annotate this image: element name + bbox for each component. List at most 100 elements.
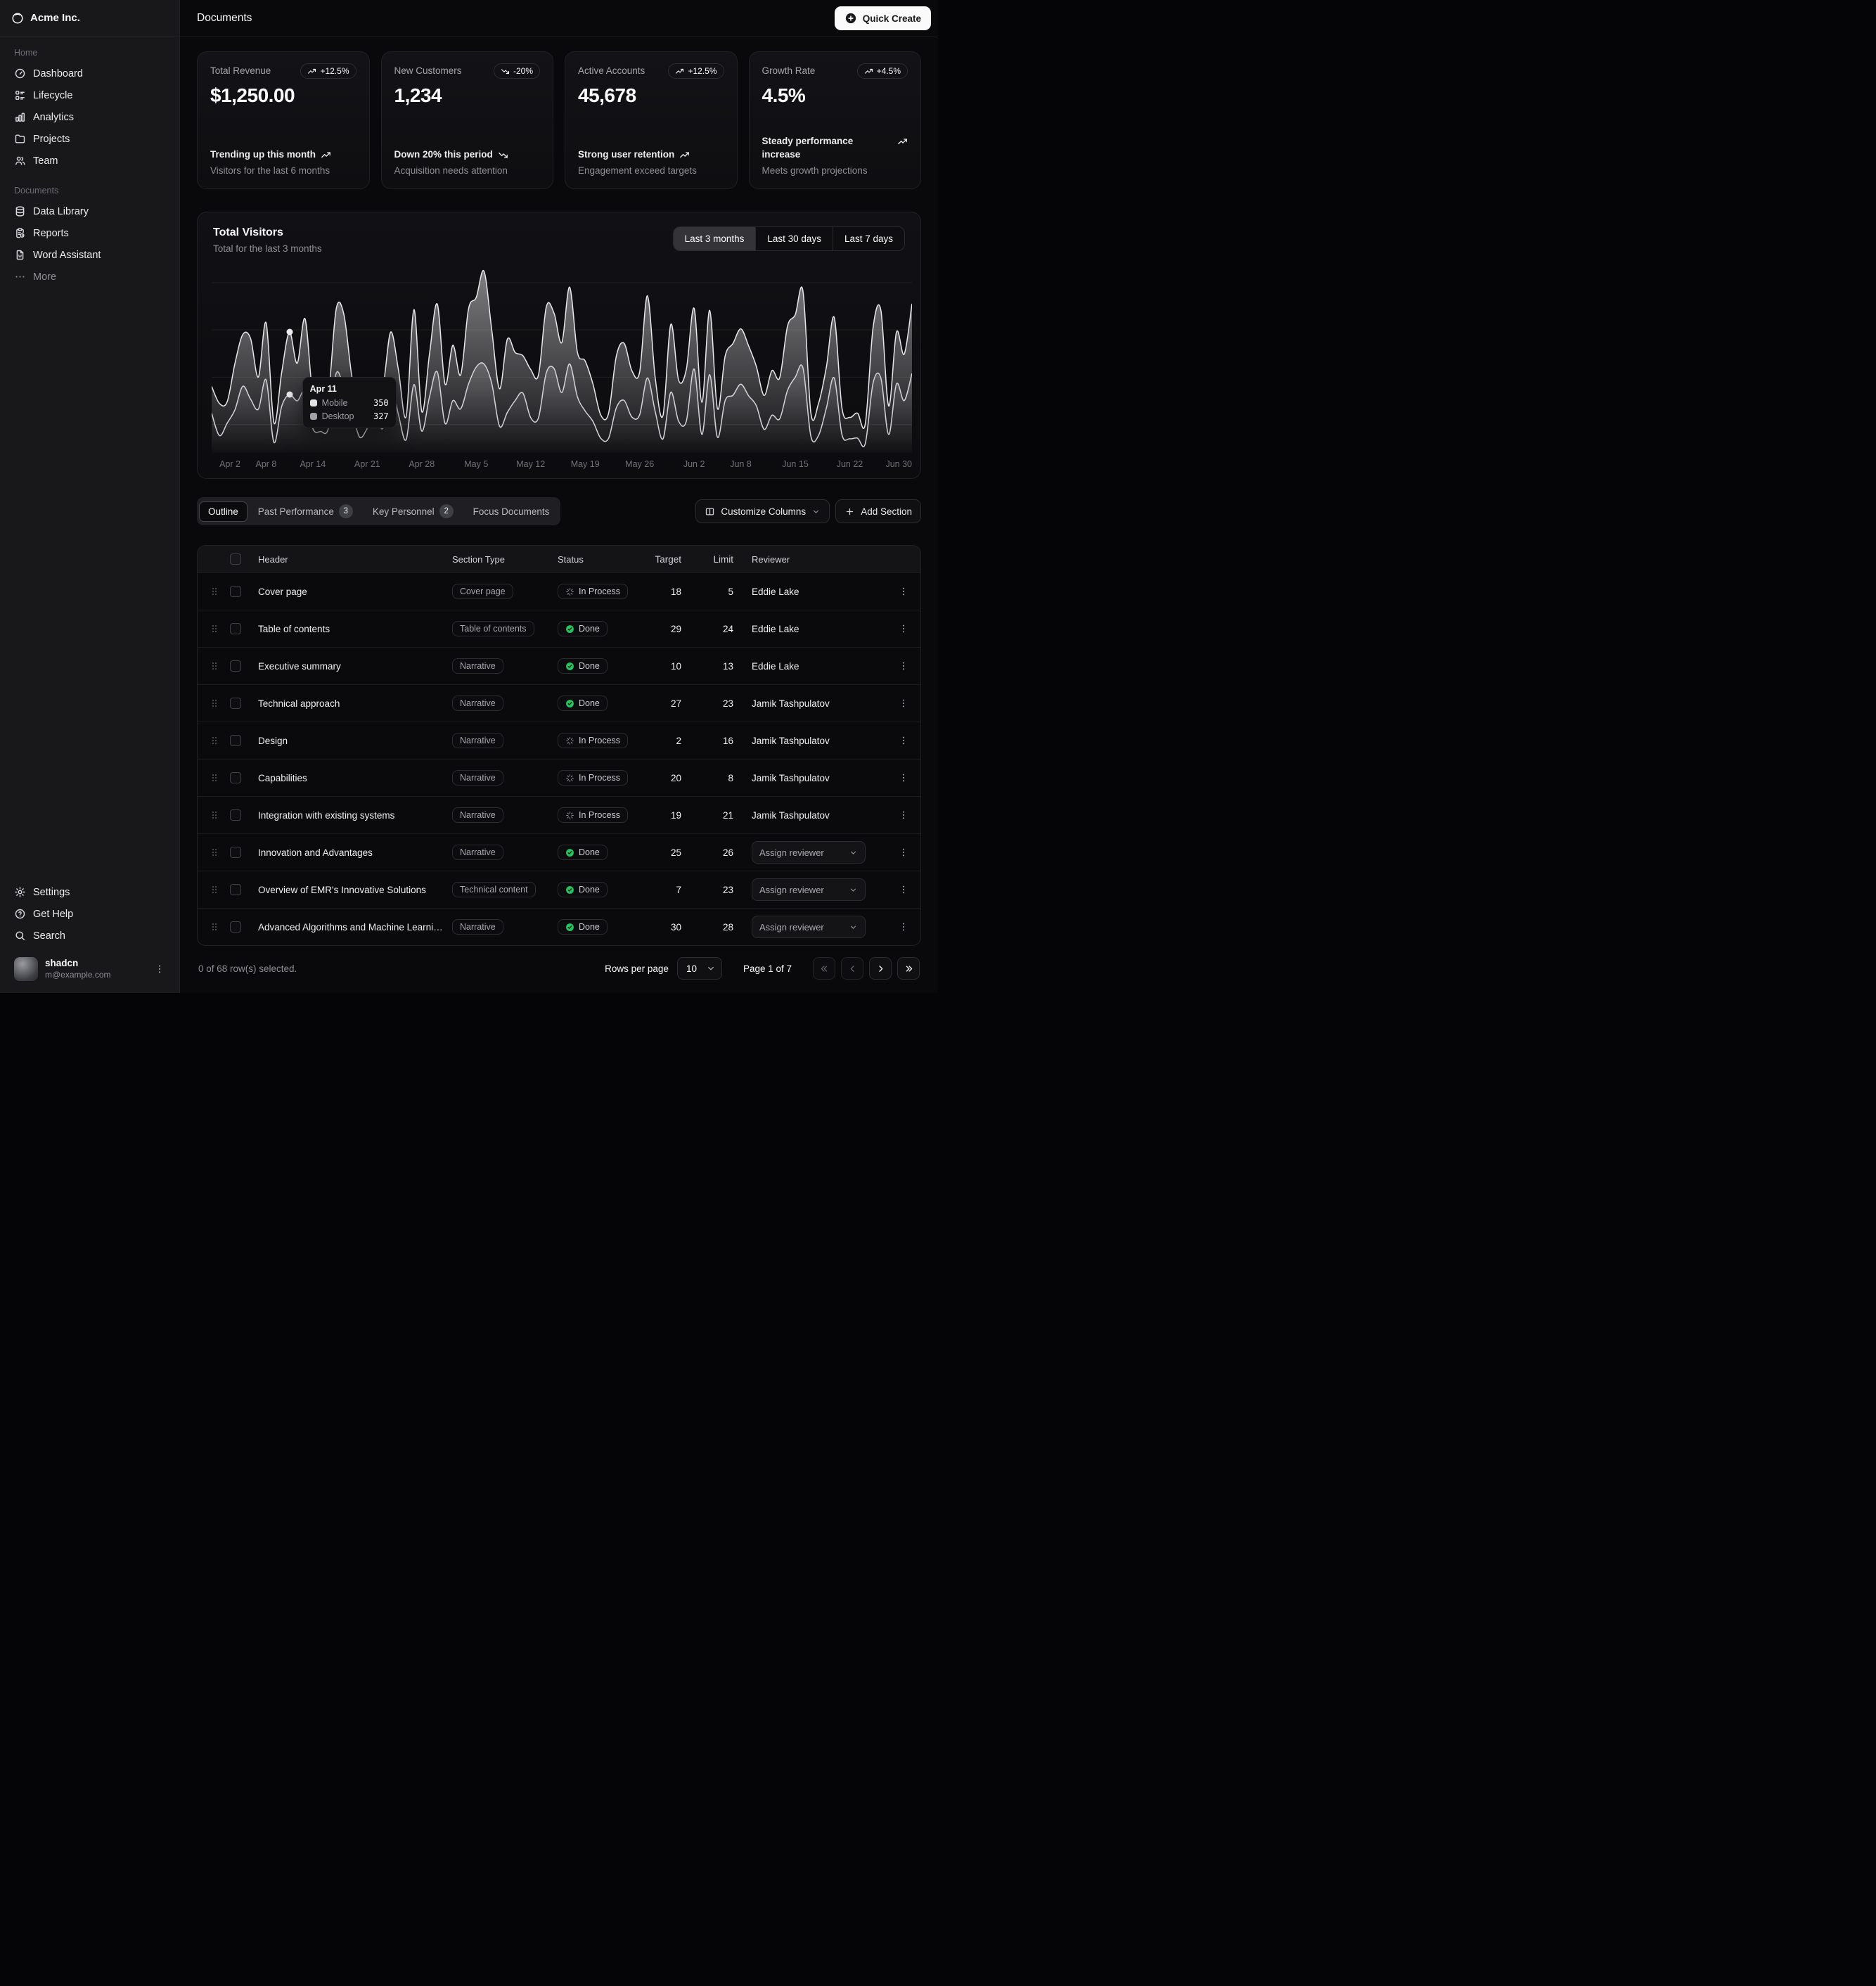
sidebar-item-team[interactable]: Team — [8, 150, 171, 172]
limit-value[interactable]: 23 — [695, 885, 747, 895]
sidebar-item-search[interactable]: Search — [8, 925, 171, 947]
user-menu[interactable]: shadcn m@example.com — [8, 952, 171, 986]
grip-vertical-icon[interactable] — [209, 772, 220, 783]
grip-vertical-icon[interactable] — [209, 586, 220, 597]
time-range-option[interactable]: Last 7 days — [833, 227, 904, 250]
pagination-prev-button[interactable] — [841, 957, 863, 980]
select-all-checkbox[interactable] — [230, 553, 241, 565]
target-value[interactable]: 29 — [643, 624, 695, 634]
assign-reviewer-select[interactable]: Assign reviewer — [752, 878, 866, 901]
target-value[interactable]: 2 — [643, 736, 695, 746]
limit-value[interactable]: 21 — [695, 810, 747, 821]
row-checkbox[interactable] — [230, 921, 241, 933]
sidebar-item-data-library[interactable]: Data Library — [8, 200, 171, 222]
tab-past-performance[interactable]: Past Performance 3 — [249, 499, 362, 523]
grip-vertical-icon[interactable] — [209, 921, 220, 933]
row-header-link[interactable]: Overview of EMR's Innovative Solutions — [258, 885, 426, 895]
row-header-link[interactable]: Integration with existing systems — [258, 810, 394, 821]
target-value[interactable]: 7 — [643, 885, 695, 895]
row-checkbox[interactable] — [230, 772, 241, 783]
sidebar-item-lifecycle[interactable]: Lifecycle — [8, 84, 171, 106]
sidebar-item-reports[interactable]: Reports — [8, 222, 171, 244]
row-menu-button[interactable] — [898, 884, 909, 895]
row-checkbox[interactable] — [230, 660, 241, 672]
row-menu-button[interactable] — [898, 847, 909, 858]
row-menu-button[interactable] — [898, 921, 909, 933]
assign-reviewer-select[interactable]: Assign reviewer — [752, 841, 866, 864]
limit-value[interactable]: 23 — [695, 698, 747, 709]
row-checkbox[interactable] — [230, 698, 241, 709]
limit-value[interactable]: 24 — [695, 624, 747, 634]
pagination-first-button[interactable] — [813, 957, 835, 980]
sidebar-item-get-help[interactable]: Get Help — [8, 903, 171, 925]
tab-focus-documents[interactable]: Focus Documents — [464, 501, 559, 522]
row-checkbox[interactable] — [230, 586, 241, 597]
sidebar-item-word-assistant[interactable]: W Word Assistant — [8, 244, 171, 266]
target-value[interactable]: 19 — [643, 810, 695, 821]
row-menu-button[interactable] — [898, 735, 909, 746]
sidebar-item-dashboard[interactable]: Dashboard — [8, 63, 171, 84]
row-header-link[interactable]: Design — [258, 736, 288, 746]
target-value[interactable]: 25 — [643, 847, 695, 858]
grip-vertical-icon[interactable] — [209, 884, 220, 895]
row-menu-button[interactable] — [898, 660, 909, 672]
row-checkbox[interactable] — [230, 623, 241, 634]
tab-key-personnel[interactable]: Key Personnel 2 — [364, 499, 463, 523]
target-value[interactable]: 27 — [643, 698, 695, 709]
limit-value[interactable]: 13 — [695, 661, 747, 672]
target-value[interactable]: 30 — [643, 922, 695, 933]
sidebar-item-settings[interactable]: Settings — [8, 881, 171, 903]
target-value[interactable]: 18 — [643, 587, 695, 597]
row-menu-button[interactable] — [898, 698, 909, 709]
rows-per-page-select[interactable]: 10 — [677, 957, 722, 980]
row-menu-button[interactable] — [898, 772, 909, 783]
row-header-link[interactable]: Executive summary — [258, 661, 341, 672]
tab-outline[interactable]: Outline — [199, 501, 248, 522]
grip-vertical-icon[interactable] — [209, 623, 220, 634]
row-checkbox[interactable] — [230, 884, 241, 895]
row-header-link[interactable]: Advanced Algorithms and Machine Learning — [258, 922, 444, 933]
x-axis: Apr 2Apr 8Apr 14Apr 21Apr 28May 5May 12M… — [212, 453, 912, 475]
limit-value[interactable]: 5 — [695, 587, 747, 597]
sidebar-item-more[interactable]: More — [8, 266, 171, 288]
brand-button[interactable]: Acme Inc. — [0, 0, 179, 37]
row-checkbox[interactable] — [230, 847, 241, 858]
pagination-last-button[interactable] — [897, 957, 920, 980]
grip-vertical-icon[interactable] — [209, 660, 220, 672]
target-value[interactable]: 10 — [643, 661, 695, 672]
grip-vertical-icon[interactable] — [209, 735, 220, 746]
grip-vertical-icon[interactable] — [209, 809, 220, 821]
row-header-link[interactable]: Technical approach — [258, 698, 340, 709]
quick-create-button[interactable]: Quick Create — [835, 6, 931, 30]
sidebar-item-projects[interactable]: Projects — [8, 128, 171, 150]
limit-value[interactable]: 26 — [695, 847, 747, 858]
pagination-next-button[interactable] — [869, 957, 892, 980]
status-badge: Done — [558, 919, 608, 935]
time-range-option[interactable]: Last 3 months — [674, 227, 756, 250]
row-header-link[interactable]: Table of contents — [258, 624, 330, 634]
sidebar-item-analytics[interactable]: Analytics — [8, 106, 171, 128]
row-header-link[interactable]: Innovation and Advantages — [258, 847, 373, 858]
target-value[interactable]: 20 — [643, 773, 695, 783]
table-row: Capabilities Narrative In Process 20 8 J… — [198, 759, 920, 796]
limit-value[interactable]: 8 — [695, 773, 747, 783]
limit-value[interactable]: 28 — [695, 922, 747, 933]
grip-vertical-icon[interactable] — [209, 847, 220, 858]
add-section-button[interactable]: Add Section — [835, 499, 921, 523]
row-header-link[interactable]: Capabilities — [258, 773, 307, 783]
row-checkbox[interactable] — [230, 735, 241, 746]
x-tick: May 5 — [464, 459, 488, 469]
row-header-link[interactable]: Cover page — [258, 587, 307, 597]
status-badge: Done — [558, 658, 608, 674]
row-menu-button[interactable] — [898, 623, 909, 634]
trending-up-icon — [864, 67, 873, 76]
grip-vertical-icon[interactable] — [209, 698, 220, 709]
assign-reviewer-select[interactable]: Assign reviewer — [752, 916, 866, 938]
customize-columns-button[interactable]: Customize Columns — [695, 499, 830, 523]
row-checkbox[interactable] — [230, 809, 241, 821]
limit-value[interactable]: 16 — [695, 736, 747, 746]
row-menu-button[interactable] — [898, 809, 909, 821]
column-limit: Limit — [695, 554, 747, 565]
time-range-option[interactable]: Last 30 days — [755, 227, 833, 250]
row-menu-button[interactable] — [898, 586, 909, 597]
